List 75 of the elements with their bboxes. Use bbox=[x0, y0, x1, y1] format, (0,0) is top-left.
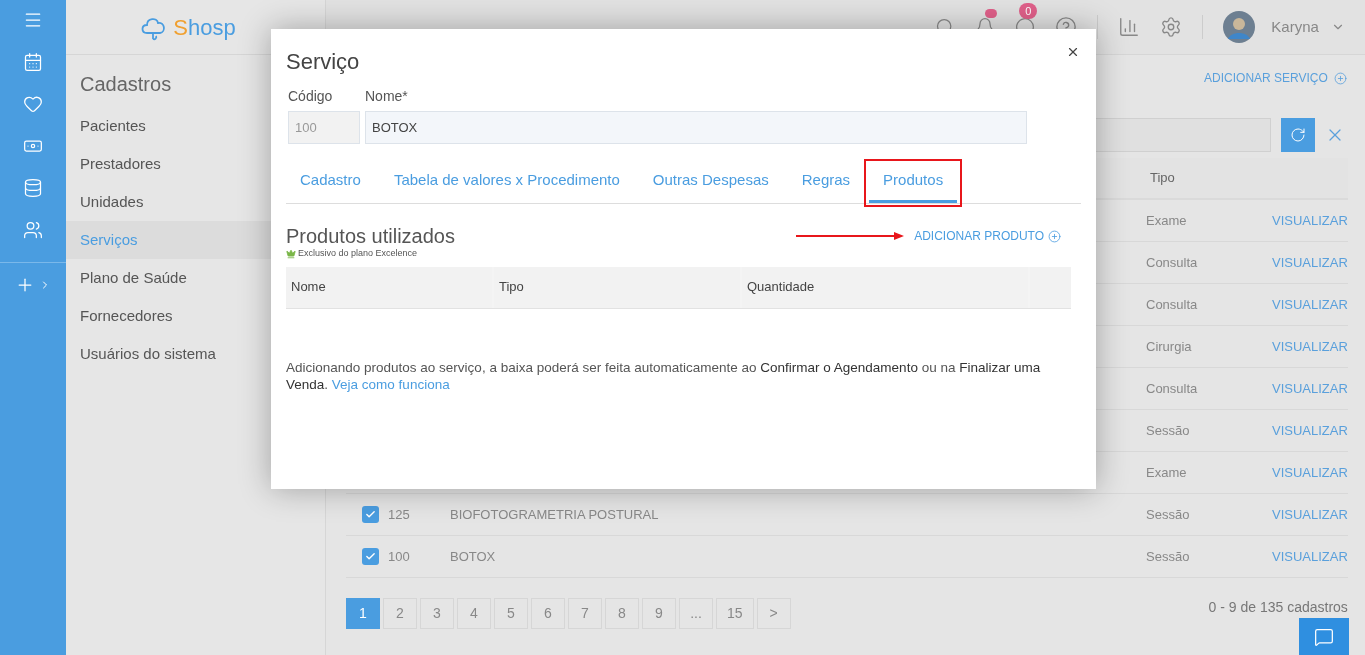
name-cell: BOTOX bbox=[450, 548, 496, 564]
page-button[interactable]: 15 bbox=[716, 598, 754, 629]
page-button[interactable]: 8 bbox=[605, 598, 639, 629]
chart-icon[interactable] bbox=[1118, 16, 1141, 38]
field-label: Nome* bbox=[365, 87, 409, 106]
column-header: Quantidade bbox=[747, 278, 815, 297]
type-cell: Sessão bbox=[1146, 422, 1190, 438]
view-link[interactable]: VISUALIZAR bbox=[1272, 462, 1348, 483]
page-button[interactable]: 6 bbox=[531, 598, 565, 629]
text-field[interactable]: BOTOX bbox=[365, 111, 1027, 144]
column-header: Tipo bbox=[1150, 169, 1176, 188]
view-link[interactable]: VISUALIZAR bbox=[1272, 378, 1348, 399]
type-cell: Consulta bbox=[1146, 380, 1198, 396]
page-button[interactable]: 4 bbox=[457, 598, 491, 629]
check-icon bbox=[364, 509, 376, 520]
type-cell: Consulta bbox=[1146, 296, 1198, 312]
column-header: Tipo bbox=[499, 278, 524, 297]
tab[interactable]: Cadastro bbox=[298, 161, 363, 203]
chat-badge: 0 bbox=[1019, 3, 1038, 19]
type-cell: Cirurgia bbox=[1146, 338, 1192, 354]
page-button[interactable]: ... bbox=[679, 598, 713, 629]
tab[interactable]: Produtos bbox=[869, 161, 958, 203]
refresh-icon bbox=[1289, 127, 1306, 143]
view-link[interactable]: VISUALIZAR bbox=[1272, 336, 1348, 357]
view-link[interactable]: VISUALIZAR bbox=[1272, 294, 1348, 315]
type-cell: Sessão bbox=[1146, 506, 1190, 522]
view-link[interactable]: VISUALIZAR bbox=[1272, 504, 1348, 525]
plus-circle-icon[interactable] bbox=[1048, 229, 1061, 243]
row-checkbox[interactable] bbox=[361, 506, 379, 523]
calendar-icon[interactable] bbox=[23, 52, 43, 72]
page-button[interactable]: > bbox=[756, 598, 791, 629]
page-button[interactable]: 7 bbox=[568, 598, 602, 629]
page-button[interactable]: 3 bbox=[420, 598, 454, 629]
type-cell: Consulta bbox=[1146, 254, 1198, 270]
type-cell: Sessão bbox=[1146, 548, 1190, 564]
info-paragraph: Adicionando produtos ao serviço, a baixa poderá ser feita automaticamente ao Confirmar o Agendamento ou na Finalizar uma Venda. Veja como funciona bbox=[286, 358, 1042, 393]
heart-icon[interactable] bbox=[23, 94, 43, 114]
code-cell: 100 bbox=[388, 548, 410, 564]
avatar[interactable] bbox=[1223, 11, 1256, 43]
nav-title: Cadastros bbox=[80, 72, 172, 97]
chat-bubble-icon bbox=[1314, 626, 1334, 647]
tab[interactable]: Tabela de valores x Procedimento bbox=[391, 161, 622, 203]
name-cell: BIOFOTOGRAMETRIA POSTURAL bbox=[450, 506, 659, 522]
view-link[interactable]: VISUALIZAR bbox=[1272, 420, 1348, 441]
results-summary: 0 - 9 de 135 cadastros bbox=[1208, 598, 1348, 617]
page-button[interactable]: 2 bbox=[383, 598, 417, 629]
database-icon[interactable] bbox=[23, 178, 43, 198]
field-label: Código bbox=[288, 87, 334, 106]
add-product-link[interactable]: ADICIONAR PRODUTO bbox=[914, 227, 1044, 245]
code-cell: 125 bbox=[388, 506, 410, 522]
page-button[interactable]: 5 bbox=[494, 598, 528, 629]
settings-icon[interactable] bbox=[1160, 16, 1183, 38]
refresh-button[interactable] bbox=[1280, 118, 1315, 152]
check-icon bbox=[364, 551, 376, 562]
how-it-works-link[interactable]: Veja como funciona bbox=[331, 376, 450, 392]
add-service-link[interactable]: ADICIONAR SERVIÇO bbox=[1204, 69, 1328, 87]
page-button[interactable]: 1 bbox=[346, 598, 380, 629]
chat-button[interactable] bbox=[1299, 618, 1349, 655]
user-name[interactable]: Karyna bbox=[1271, 15, 1319, 39]
column-header: Nome bbox=[291, 278, 326, 297]
view-link[interactable]: VISUALIZAR bbox=[1272, 210, 1348, 231]
view-link[interactable]: VISUALIZAR bbox=[1272, 546, 1348, 567]
row-checkbox[interactable] bbox=[361, 548, 379, 565]
close-icon[interactable] bbox=[1066, 45, 1080, 59]
tab[interactable]: Regras bbox=[799, 161, 853, 203]
type-cell: Exame bbox=[1146, 212, 1187, 228]
view-link[interactable]: VISUALIZAR bbox=[1272, 252, 1348, 273]
crown-icon bbox=[286, 248, 296, 259]
page-button[interactable]: 9 bbox=[642, 598, 676, 629]
logo-text: Shosp bbox=[173, 13, 236, 42]
tab[interactable]: Outras Despesas bbox=[650, 161, 771, 203]
dialog-title: Serviço bbox=[286, 48, 360, 76]
plus-circle-icon[interactable] bbox=[1333, 71, 1347, 85]
people-icon[interactable] bbox=[23, 220, 43, 240]
type-cell: Exame bbox=[1146, 464, 1187, 480]
